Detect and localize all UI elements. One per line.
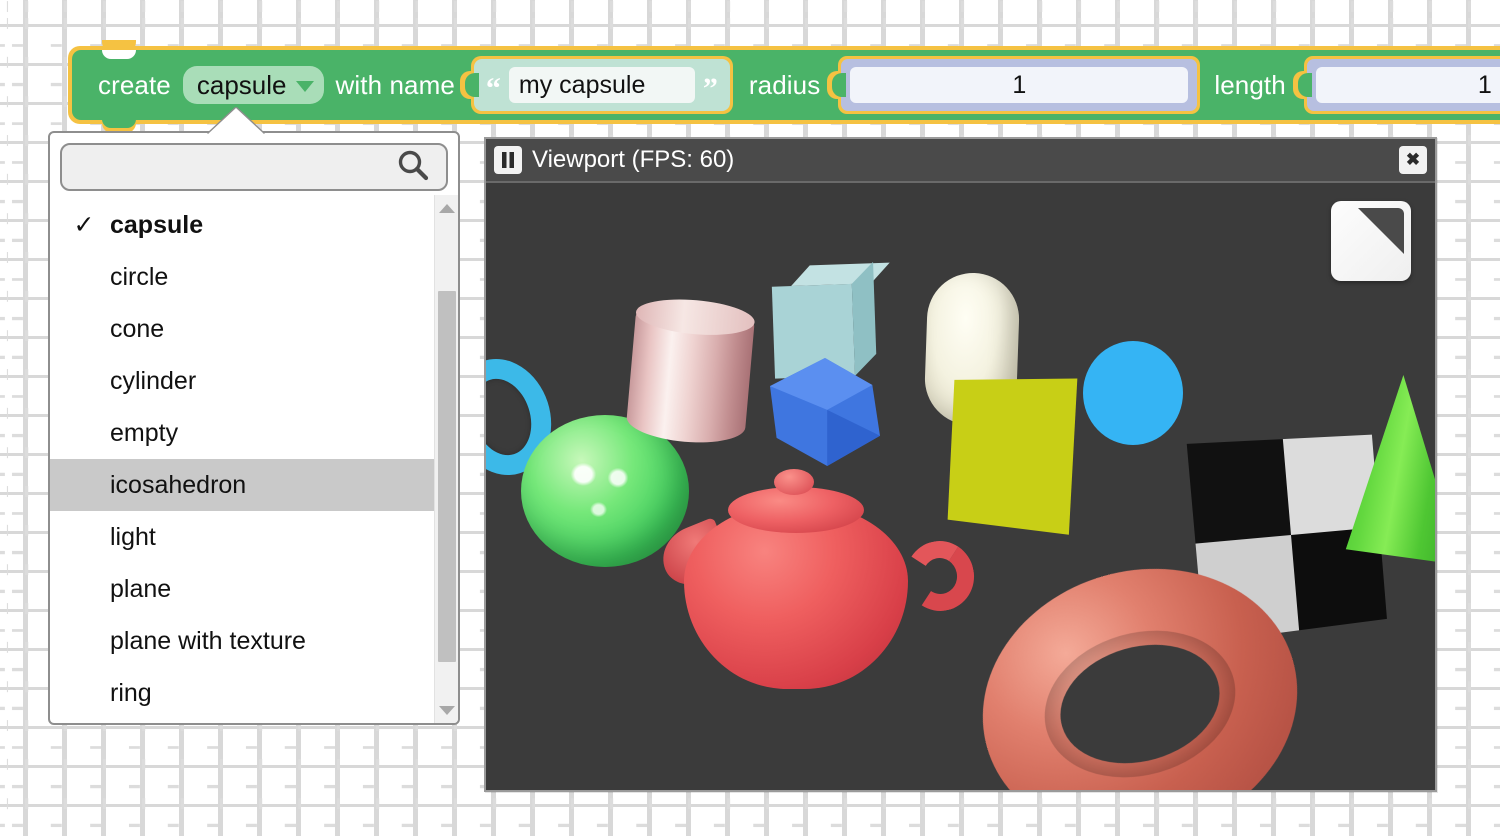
length-number-field[interactable] — [1306, 59, 1500, 111]
object-type-dropdown-value: capsule — [196, 69, 287, 100]
viewport-window[interactable]: Viewport (FPS: 60) ✖ — [484, 137, 1437, 792]
scene-object-teapot[interactable] — [653, 465, 981, 691]
name-string-socket[interactable]: “ ” — [470, 56, 733, 114]
dropdown-item-label: plane with texture — [110, 626, 306, 655]
length-number-socket[interactable] — [1303, 56, 1500, 114]
name-input[interactable] — [508, 67, 695, 103]
dropdown-body: ✓ capsule circle cone cylinder empty ico… — [50, 195, 458, 723]
search-icon — [396, 148, 430, 187]
dropdown-scrollbar[interactable] — [434, 195, 458, 723]
dropdown-item-label: capsule — [110, 210, 204, 239]
dropdown-item-label: cylinder — [110, 366, 197, 395]
dropdown-pointer-arrow — [208, 108, 264, 134]
dropdown-item-ring[interactable]: ring — [50, 667, 434, 719]
dropdown-item-capsule[interactable]: ✓ capsule — [50, 199, 434, 251]
dropdown-item-label: plane — [110, 574, 172, 603]
scene-object-circle[interactable] — [1083, 341, 1183, 445]
scrollbar-thumb[interactable] — [438, 291, 456, 662]
dropdown-item-light[interactable]: light — [50, 511, 434, 563]
block-label-length: length — [1214, 69, 1286, 100]
dropdown-item-icosahedron[interactable]: icosahedron — [50, 459, 434, 511]
dropdown-item-cylinder[interactable]: cylinder — [50, 355, 434, 407]
dropdown-item-label: ring — [110, 678, 152, 707]
name-string-field[interactable]: “ ” — [473, 59, 730, 111]
teapot-knob — [774, 469, 814, 495]
radius-number-field[interactable] — [841, 59, 1198, 111]
dropdown-item-label: circle — [110, 262, 169, 291]
dropdown-item-plane[interactable]: plane — [50, 563, 434, 615]
block-label-radius: radius — [748, 69, 821, 100]
scene-object-cube[interactable] — [771, 261, 890, 379]
object-type-dropdown-panel[interactable]: ✓ capsule circle cone cylinder empty ico… — [48, 131, 460, 725]
check-icon: ✓ — [73, 211, 95, 239]
dropdown-item-label: icosahedron — [110, 470, 247, 499]
chevron-down-icon — [295, 81, 314, 92]
teapot-handle — [899, 534, 981, 618]
radius-input[interactable] — [850, 67, 1189, 103]
cube-top-face — [791, 262, 890, 287]
radius-number-socket[interactable] — [838, 56, 1201, 114]
view-cube-gizmo-icon[interactable] — [1331, 201, 1411, 281]
dropdown-search-box[interactable] — [60, 143, 448, 191]
close-icon[interactable]: ✖ — [1399, 146, 1427, 174]
length-input[interactable] — [1315, 67, 1500, 103]
block-body[interactable]: create capsule with name “ ” radius len — [72, 50, 1500, 128]
scene-object-cylinder[interactable] — [625, 295, 757, 447]
triangle-up-icon[interactable] — [435, 197, 458, 219]
checker-cell — [1186, 439, 1291, 544]
dropdown-item-label: light — [110, 522, 156, 551]
quote-open-icon: “ — [485, 72, 501, 105]
search-input[interactable] — [74, 153, 396, 181]
dropdown-item-circle[interactable]: circle — [50, 251, 434, 303]
dropdown-item-cone[interactable]: cone — [50, 303, 434, 355]
block-label-with-name: with name — [335, 69, 455, 100]
quote-close-icon: ” — [702, 72, 718, 105]
dropdown-search-row — [50, 133, 458, 195]
viewport-titlebar: Viewport (FPS: 60) ✖ — [486, 139, 1435, 183]
viewport-title: Viewport (FPS: 60) — [532, 146, 735, 173]
viewport-3d-canvas[interactable] — [486, 183, 1435, 790]
dropdown-item-plane-with-texture[interactable]: plane with texture — [50, 615, 434, 667]
block-label-create: create — [98, 69, 171, 100]
triangle-down-icon[interactable] — [435, 699, 458, 721]
object-type-dropdown-field[interactable]: capsule — [182, 66, 324, 104]
dropdown-item-list: ✓ capsule circle cone cylinder empty ico… — [50, 195, 434, 723]
scene-object-icosahedron[interactable] — [770, 358, 880, 466]
dropdown-item-label: empty — [110, 418, 179, 447]
scene-object-plane[interactable] — [947, 378, 1078, 535]
dropdown-item-label: cone — [110, 314, 165, 343]
create-object-block[interactable]: create capsule with name “ ” radius len — [68, 40, 1500, 133]
dropdown-item-empty[interactable]: empty — [50, 407, 434, 459]
pause-icon[interactable] — [494, 146, 522, 174]
block-selection-outline: create capsule with name “ ” radius len — [68, 40, 1500, 133]
